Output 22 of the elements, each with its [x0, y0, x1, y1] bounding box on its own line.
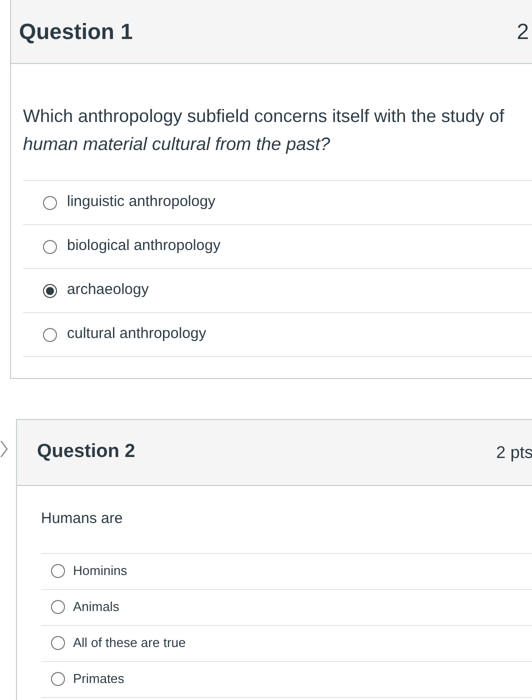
answer-label: cultural anthropology	[67, 324, 206, 344]
question-title: Question 1	[19, 18, 133, 46]
question-title: Question 2	[37, 440, 136, 464]
answer-label: biological anthropology	[67, 236, 220, 256]
question-text: Humans are	[41, 509, 124, 529]
radio-button[interactable]	[43, 196, 57, 210]
answer-label: Primates	[73, 670, 124, 688]
answer-label: All of these are true	[73, 634, 186, 652]
answer-label: linguistic anthropology	[67, 192, 216, 212]
answer-label: archaeology	[67, 280, 149, 300]
chevron-icon	[0, 440, 8, 458]
answer-label: Hominins	[73, 562, 128, 580]
radio-button[interactable]	[43, 284, 57, 298]
question-text: Which anthropology subfield concerns itself with the study of human material cultural from the past?	[23, 105, 506, 156]
points-label: 2	[516, 18, 529, 46]
radio-button[interactable]	[51, 672, 65, 686]
radio-button[interactable]	[51, 564, 65, 578]
radio-button[interactable]	[43, 240, 57, 254]
radio-button[interactable]	[43, 328, 57, 342]
radio-button[interactable]	[51, 600, 65, 614]
answer-label: Animals	[73, 598, 120, 616]
radio-button[interactable]	[51, 636, 65, 650]
